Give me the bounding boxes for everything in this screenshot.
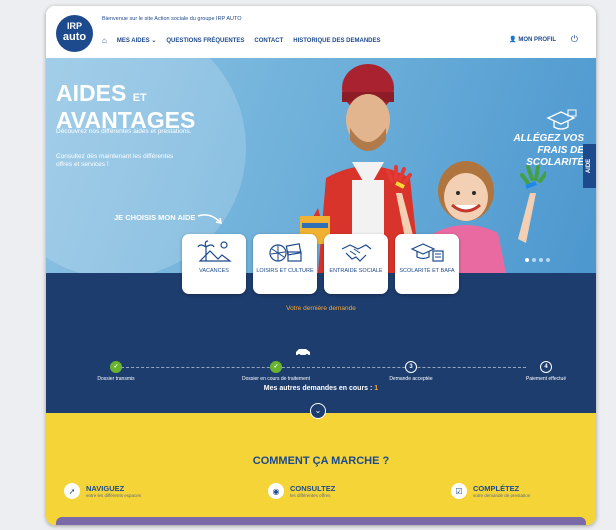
card-label: ENTRAIDE SOCIALE (329, 268, 383, 274)
purple-banner-edge (56, 517, 586, 525)
logo-top-text: IRP (66, 21, 82, 31)
feature-title: CONSULTEZ (290, 484, 336, 493)
choose-aid-label: JE CHOISIS MON AIDE (114, 213, 196, 222)
main-nav: ⌂ MES AIDES ⌄ QUESTIONS FRÉQUENTES CONTA… (102, 36, 380, 45)
welcome-text: Bienvenue sur le site Action sociale du … (102, 16, 242, 22)
handshake-icon (341, 244, 372, 262)
step-number: 4 (540, 361, 552, 373)
nav-label: MES AIDES (116, 38, 150, 44)
aid-categories: VACANCES LOISIRS ET CULTURE ENTRAIDE SOC… (182, 234, 459, 294)
card-label: LOISIRS ET CULTURE (256, 268, 314, 274)
curved-arrow-icon (197, 214, 222, 224)
feature-title: NAVIGUEZ (86, 484, 125, 493)
card-scolarite-bafa[interactable]: SCOLARITÉ ET BAFA (395, 234, 459, 294)
step-en-cours: ✓ Dossier en cours de traitement (231, 361, 321, 382)
carousel-dot[interactable] (525, 258, 529, 262)
nav-item-faq[interactable]: QUESTIONS FRÉQUENTES (166, 38, 244, 44)
feature-completez: ☑ COMPLÉTEZ votre demande de prestation (451, 483, 530, 499)
nav-item-history[interactable]: HISTORIQUE DES DEMANDES (293, 38, 380, 44)
side-tab-label: AIDE (586, 158, 593, 174)
card-entraide-sociale[interactable]: ENTRAIDE SOCIALE (324, 234, 388, 294)
other-requests-label: Mes autres demandes en cours : (263, 385, 373, 392)
hero-description-2: Consultez dès maintenant les différentes… (56, 153, 174, 168)
graduation-books-icon (410, 243, 444, 262)
promo-text: ALLÉGEZ VOS FRAIS DE SCOLARITÉ (513, 133, 584, 168)
chevron-down-icon[interactable]: ⌄ (310, 403, 326, 419)
step-paiement: 4 Paiement effectué (501, 361, 591, 382)
step-label: Dossier transmis (97, 376, 135, 382)
step-acceptee: 3 Demande acceptée (366, 361, 456, 382)
cursor-icon: ➚ (64, 483, 80, 499)
timeline-line (116, 367, 526, 368)
feature-naviguez: ➚ NAVIGUEZ entre les différents espaces (64, 483, 141, 499)
feature-title: COMPLÉTEZ (473, 484, 520, 493)
eye-icon: ◉ (268, 483, 284, 499)
logo-bottom-text: auto (62, 31, 87, 43)
profile-label: MON PROFIL (518, 37, 556, 43)
card-loisirs-culture[interactable]: LOISIRS ET CULTURE (253, 234, 317, 294)
browser-frame: IRP auto Bienvenue sur le site Action so… (46, 6, 596, 525)
other-requests-count: 1 (374, 385, 379, 392)
user-icon: 👤 (509, 37, 517, 43)
other-requests[interactable]: Mes autres demandes en cours : 1 (46, 385, 596, 392)
checkbox-icon: ☑ (451, 483, 467, 499)
feature-subtitle: votre demande de prestation (473, 493, 531, 498)
how-it-works-section: COMMENT ÇA MARCHE ? ➚ NAVIGUEZ entre les… (46, 413, 596, 525)
chevron-down-icon: ⌄ (151, 38, 157, 44)
nav-item-contact[interactable]: CONTACT (254, 38, 283, 44)
hero-title-main: AIDES (56, 80, 127, 106)
card-label: SCOLARITÉ ET BAFA (399, 268, 455, 274)
feature-subtitle: les différentes offres (290, 493, 331, 498)
carousel-dot[interactable] (539, 258, 543, 262)
how-it-works-title: COMMENT ÇA MARCHE ? (252, 455, 390, 467)
site-header: IRP auto Bienvenue sur le site Action so… (46, 6, 596, 58)
nav-item-mes-aides[interactable]: MES AIDES ⌄ (117, 37, 157, 44)
carousel-dot[interactable] (546, 258, 550, 262)
check-icon: ✓ (270, 361, 282, 373)
irp-auto-logo[interactable]: IRP auto (56, 15, 93, 52)
card-vacances[interactable]: VACANCES (182, 234, 246, 294)
step-label: Dossier en cours de traitement (241, 376, 311, 382)
home-icon[interactable]: ⌂ (102, 36, 107, 45)
card-label: VACANCES (199, 268, 229, 274)
step-label: Demande acceptée (389, 376, 433, 382)
feature-subtitle: entre les différents espaces (86, 493, 141, 498)
logout-power-icon[interactable]: ⏻ (571, 34, 578, 45)
side-help-tab[interactable]: AIDE (583, 144, 596, 188)
carousel-dots (525, 258, 550, 262)
hero-title-small: ET (132, 92, 147, 104)
feature-consultez: ◉ CONSULTEZ les différentes offres (268, 483, 335, 499)
graduation-cap-icon (546, 109, 577, 130)
last-request-link[interactable]: Votre dernière demande (46, 305, 596, 312)
step-label: Paiement effectué (525, 376, 567, 382)
profile-link[interactable]: 👤 MON PROFIL (509, 36, 556, 43)
car-icon (296, 349, 310, 357)
vacation-palm-icon (197, 240, 232, 262)
request-timeline: ✓ Dossier transmis ✓ Dossier en cours de… (66, 361, 576, 401)
request-status-section: Votre dernière demande ✓ Dossier transmi… (46, 273, 596, 413)
check-icon: ✓ (110, 361, 122, 373)
carousel-dot[interactable] (532, 258, 536, 262)
ball-tickets-icon (269, 243, 302, 262)
hero-description: Découvrez nos différentes aides et prest… (56, 128, 192, 135)
step-number: 3 (405, 361, 417, 373)
hero-title: AIDES ET AVANTAGES (56, 80, 195, 132)
step-dossier-transmis: ✓ Dossier transmis (71, 361, 161, 382)
